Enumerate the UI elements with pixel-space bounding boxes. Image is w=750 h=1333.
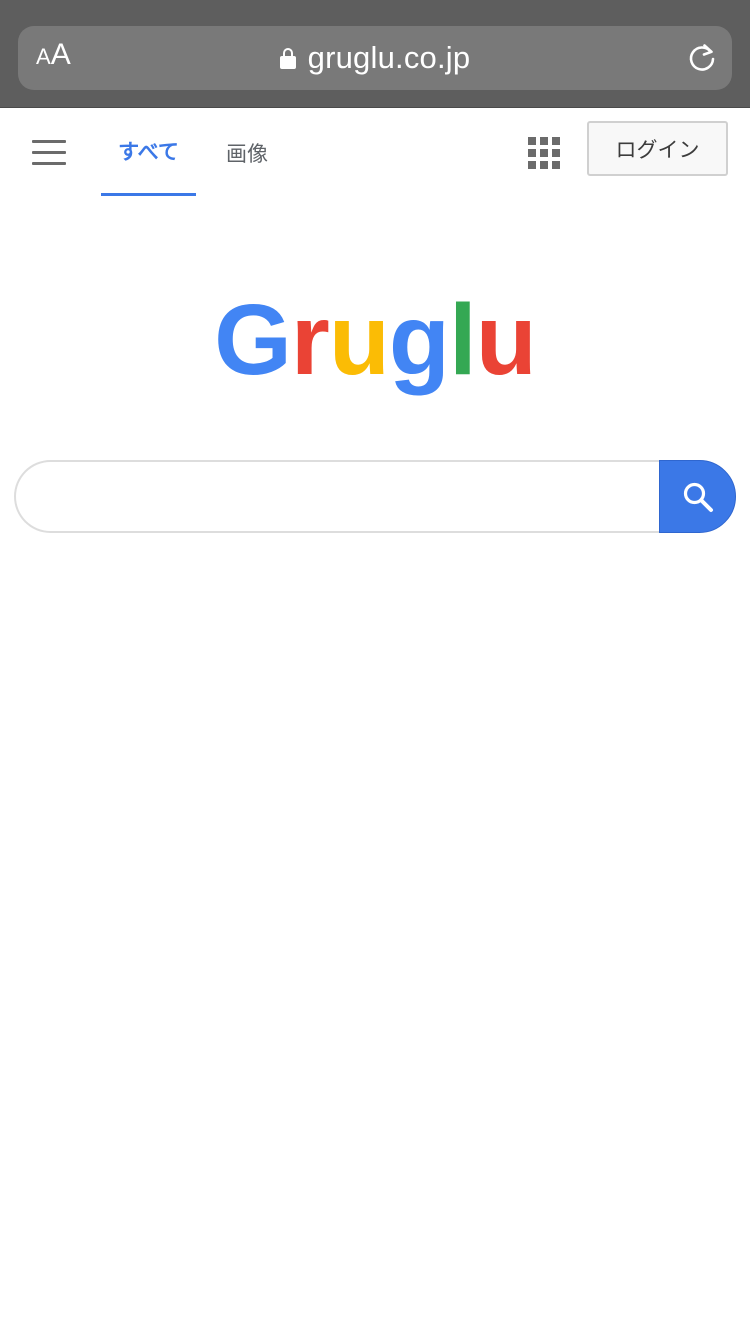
logo-letter: g	[388, 284, 450, 396]
url-display[interactable]: gruglu.co.jp	[18, 26, 732, 90]
logo-letter: G	[214, 284, 292, 396]
reload-icon[interactable]	[686, 42, 718, 74]
search-input[interactable]	[14, 460, 662, 533]
apps-grid-icon[interactable]	[528, 137, 560, 169]
login-button-label: ログイン	[615, 137, 700, 162]
address-bar[interactable]: AA gruglu.co.jp	[18, 26, 732, 90]
hamburger-menu-icon[interactable]	[32, 140, 66, 166]
logo-letter: l	[449, 284, 477, 396]
url-text: gruglu.co.jp	[307, 40, 471, 75]
site-logo: Gruglu	[0, 290, 750, 390]
top-navigation: すべて 画像 ログイン	[0, 109, 750, 197]
logo-letter: u	[328, 284, 390, 396]
browser-toolbar: AA gruglu.co.jp	[0, 0, 750, 108]
search-form	[14, 460, 736, 533]
logo-letter: u	[475, 284, 537, 396]
tab-images-label: 画像	[226, 141, 268, 166]
magnifier-icon	[683, 482, 713, 512]
tab-all-label: すべて	[118, 140, 179, 164]
tab-all[interactable]: すべて	[101, 109, 196, 196]
tab-images[interactable]: 画像	[210, 109, 284, 196]
search-button[interactable]	[659, 460, 736, 533]
logo-letter: r	[290, 284, 330, 396]
lock-icon	[279, 48, 296, 70]
login-button[interactable]: ログイン	[587, 121, 728, 176]
